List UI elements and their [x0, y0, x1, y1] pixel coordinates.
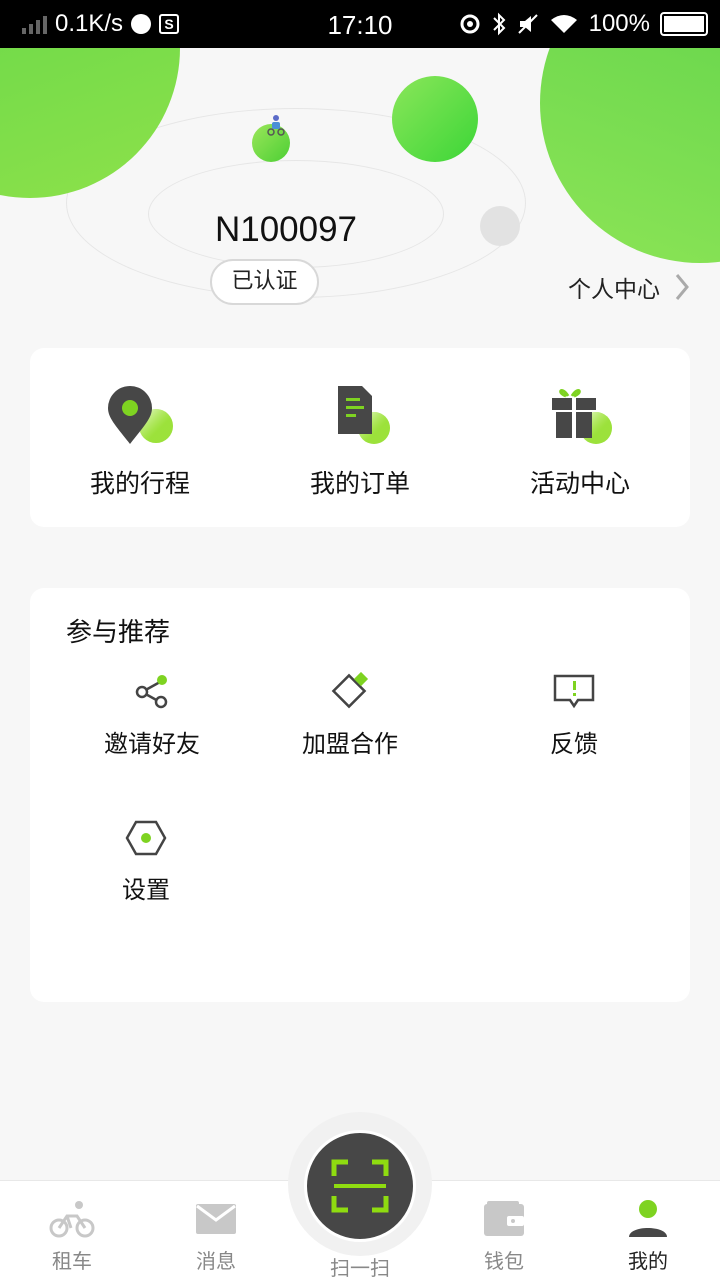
status-bar: 0.1K/s S 17:10 100% [0, 0, 720, 48]
battery-icon [660, 12, 708, 36]
rider-avatar-icon [267, 115, 285, 136]
my-trips-button[interactable]: 我的行程 [30, 384, 250, 500]
personal-center-label: 个人中心 [568, 277, 660, 303]
tab-rent-bike[interactable]: 租车 [0, 1199, 144, 1274]
section-title: 参与推荐 [66, 618, 171, 648]
envelope-icon [196, 1204, 236, 1234]
my-trips-label: 我的行程 [89, 469, 190, 498]
tab-messages[interactable]: 消息 [144, 1199, 288, 1274]
invite-friends-label: 邀请好友 [104, 730, 200, 758]
feedback-label: 反馈 [550, 730, 598, 758]
wifi-icon [550, 15, 577, 33]
tab-mine-label: 我的 [628, 1249, 668, 1273]
tab-mine[interactable]: 我的 [576, 1199, 720, 1274]
franchise-label: 加盟合作 [302, 730, 398, 758]
tab-messages-label: 消息 [196, 1249, 236, 1273]
location-pin-icon [108, 386, 173, 444]
profile-header: N100097 已认证 个人中心 [0, 48, 720, 328]
recommend-card: 参与推荐 邀请好友 加盟合作 反馈 设置 [30, 588, 690, 1002]
my-orders-label: 我的订单 [309, 469, 410, 498]
tab-scan-label[interactable]: 扫一扫 [288, 1252, 432, 1280]
franchise-button[interactable]: 加盟合作 [250, 672, 450, 759]
hexagon-settings-icon [125, 820, 167, 856]
share-icon [135, 675, 168, 709]
scan-icon [331, 1159, 389, 1213]
diamond-tag-icon [331, 672, 369, 709]
status-right: 100% [459, 10, 708, 38]
personal-center-link[interactable]: 个人中心 [568, 270, 690, 304]
battery-percent: 100% [588, 10, 650, 37]
tab-rent-bike-label: 租车 [52, 1249, 92, 1273]
activity-center-button[interactable]: 活动中心 [470, 384, 690, 500]
username: N100097 [214, 210, 358, 249]
wallet-icon [484, 1201, 524, 1236]
decor-blob-mid [392, 76, 478, 162]
rotation-lock-icon [460, 14, 480, 34]
order-document-icon [338, 386, 390, 444]
gift-icon [552, 389, 612, 444]
quick-actions-card: 我的行程 我的订单 活动中心 [30, 348, 690, 527]
activity-center-label: 活动中心 [529, 469, 630, 498]
settings-label: 设置 [122, 876, 170, 904]
settings-button[interactable]: 设置 [46, 818, 246, 905]
mute-icon [517, 14, 538, 34]
feedback-button[interactable]: 反馈 [474, 672, 674, 759]
chevron-right-icon [675, 274, 689, 300]
tab-wallet[interactable]: 钱包 [432, 1199, 576, 1274]
scan-button[interactable] [304, 1130, 416, 1242]
bicycle-icon [49, 1201, 95, 1238]
feedback-icon [553, 674, 595, 709]
invite-friends-button[interactable]: 邀请好友 [52, 672, 252, 759]
my-orders-button[interactable]: 我的订单 [250, 384, 470, 500]
verified-badge: 已认证 [210, 259, 319, 305]
bluetooth-icon [492, 12, 506, 36]
user-icon [629, 1200, 667, 1237]
tab-wallet-label: 钱包 [484, 1249, 524, 1273]
